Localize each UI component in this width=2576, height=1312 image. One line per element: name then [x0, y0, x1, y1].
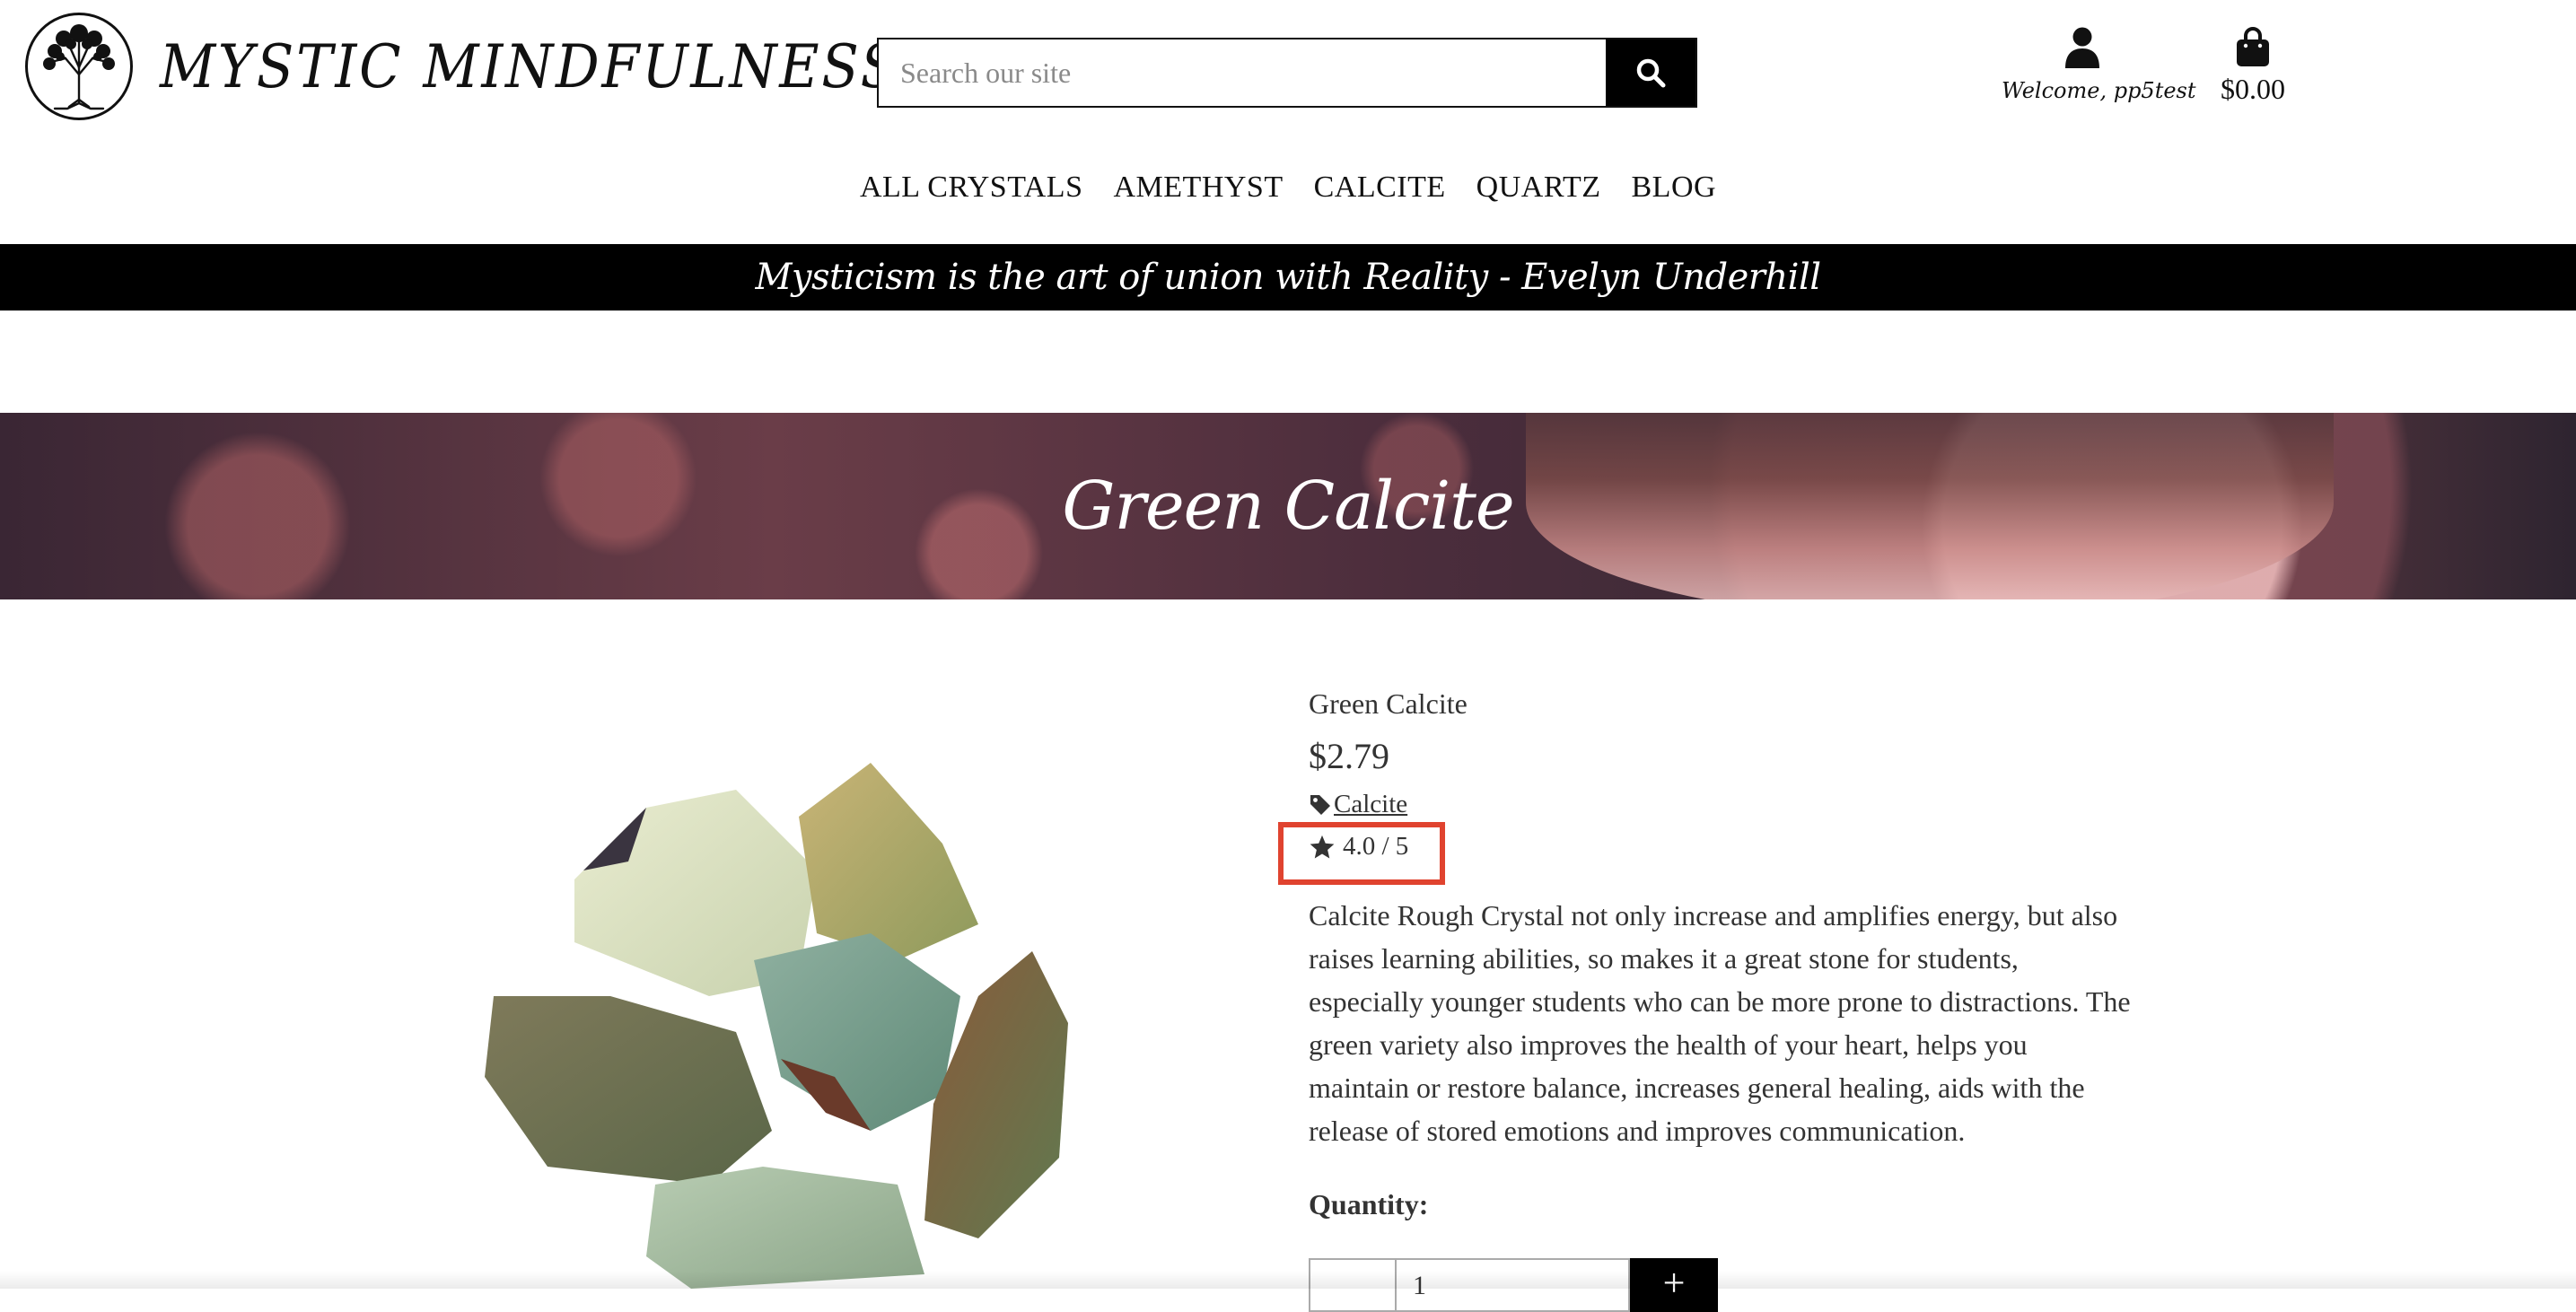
main-nav: ALL CRYSTALS AMETHYST CALCITE QUARTZ BLO…	[0, 171, 2576, 205]
bag-total: $0.00	[2221, 73, 2285, 105]
quote-text: Mysticism is the art of union with Reali…	[755, 257, 1821, 298]
nav-item-blog[interactable]: BLOG	[1632, 171, 1717, 205]
product-details: Green Calcite $2.79 Calcite 4.0 / 5 Calc…	[1278, 687, 2170, 1221]
product-name: Green Calcite	[1309, 687, 1468, 720]
nav-item-all-crystals[interactable]: ALL CRYSTALS	[860, 171, 1083, 205]
search-form	[877, 38, 1697, 108]
welcome-label: Welcome, pp5test	[2002, 78, 2196, 103]
tag-icon	[1310, 794, 1330, 815]
brand-logo-link[interactable]: MYSTIC MINDFULNESS	[25, 13, 965, 120]
rating-highlight-box	[1278, 822, 1445, 885]
page-title: Green Calcite	[1062, 468, 1514, 545]
search-input[interactable]	[879, 39, 1606, 106]
shopping-bag-link[interactable]: $0.00	[2208, 27, 2298, 106]
product-category-link[interactable]: Calcite	[1309, 790, 2170, 819]
nav-item-quartz[interactable]: QUARTZ	[1476, 171, 1601, 205]
search-icon	[1636, 58, 1666, 88]
tree-of-life-icon	[25, 13, 133, 120]
quantity-label: Quantity:	[1309, 1188, 1429, 1220]
brand-name: MYSTIC MINDFULNESS	[160, 31, 900, 101]
product-category-label: Calcite	[1334, 790, 1408, 818]
account-link[interactable]: Welcome, pp5test	[2002, 27, 2196, 103]
product-image	[476, 736, 1221, 1289]
bottom-shadow	[0, 1271, 2576, 1289]
product-price: $2.79	[1309, 736, 1389, 776]
quote-banner: Mysticism is the art of union with Reali…	[0, 244, 2576, 311]
page-hero: Green Calcite	[0, 413, 2576, 599]
nav-item-amethyst[interactable]: AMETHYST	[1114, 171, 1284, 205]
user-icon	[2065, 27, 2099, 68]
search-button[interactable]	[1606, 39, 1695, 106]
product-description: Calcite Rough Crystal not only increase …	[1309, 899, 2131, 1147]
nav-item-calcite[interactable]: CALCITE	[1314, 171, 1446, 205]
shopping-bag-icon	[2237, 27, 2269, 66]
